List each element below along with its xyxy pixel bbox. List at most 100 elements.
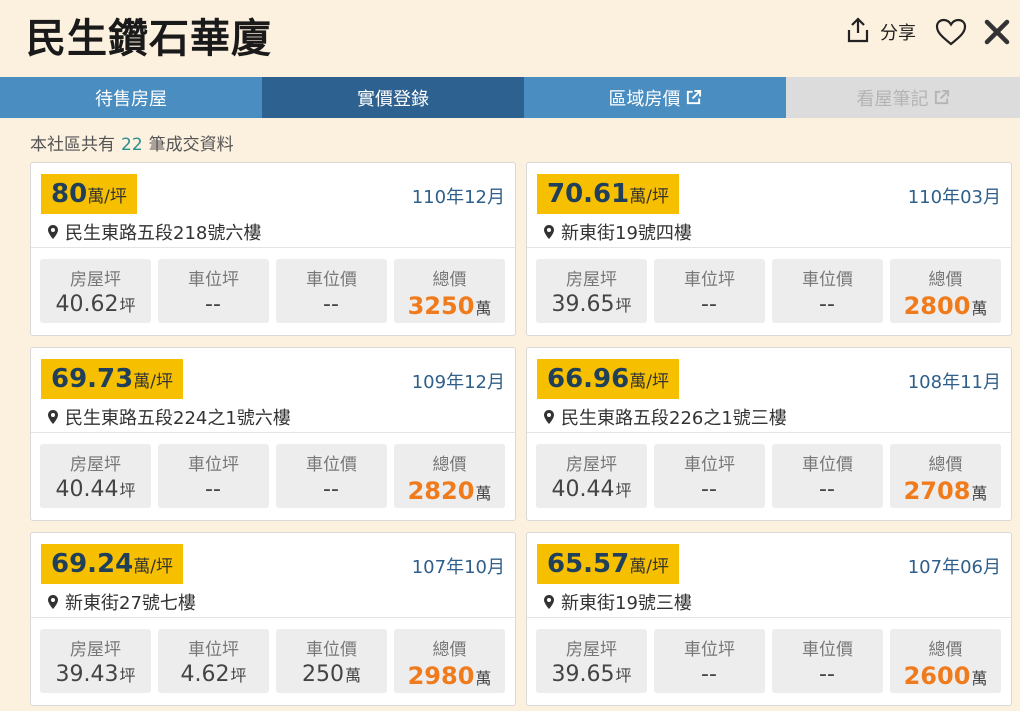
- stat-parking-price: 車位價 --: [772, 444, 883, 508]
- transaction-card[interactable]: 70.61 萬/坪 110年03月 新東街19號四樓 房屋坪 39.65 坪車位坪 -- 車位價…: [526, 162, 1012, 336]
- close-icon[interactable]: [982, 17, 1012, 47]
- transaction-date: 107年06月: [907, 557, 1001, 578]
- tab-for-sale[interactable]: 待售房屋: [0, 77, 262, 118]
- transaction-date: 110年12月: [411, 187, 505, 208]
- stat-area: 房屋坪 40.44 坪: [40, 444, 151, 508]
- share-label: 分享: [880, 23, 916, 44]
- address: 新東街27號七樓: [47, 589, 196, 615]
- unit-price: 69.24: [51, 549, 134, 579]
- stat-label: 房屋坪: [70, 640, 121, 660]
- favorite-heart-icon[interactable]: [934, 17, 968, 47]
- stat-area: 房屋坪 40.44 坪: [536, 444, 647, 508]
- address-text: 民生東路五段218號六樓: [65, 223, 262, 244]
- unit-price-unit: 萬/坪: [629, 186, 669, 207]
- summary-suffix: 筆成交資料: [148, 135, 234, 155]
- stat-unit: 坪: [119, 296, 136, 315]
- stats-row: 房屋坪 39.43 坪車位坪 4.62 坪車位價 250 萬總價 2980 萬: [40, 629, 505, 693]
- transaction-card[interactable]: 65.57 萬/坪 107年06月 新東街19號三樓 房屋坪 39.65 坪車位坪 -- 車位價…: [526, 532, 1012, 706]
- external-link-icon: [934, 89, 949, 105]
- transaction-summary: 本社區共有 22 筆成交資料: [30, 130, 234, 155]
- address: 民生東路五段226之1號三樓: [543, 404, 787, 430]
- location-pin-icon: [544, 595, 554, 609]
- address-text: 新東街27號七樓: [65, 593, 196, 614]
- stat-value: --: [819, 477, 835, 502]
- stat-total: 總價 3250 萬: [394, 259, 505, 323]
- stat-label: 總價: [432, 455, 467, 475]
- stats-row: 房屋坪 40.44 坪車位坪 -- 車位價 -- 總價 2820 萬: [40, 444, 505, 508]
- stat-value: --: [323, 477, 339, 502]
- stat-total: 總價 2800 萬: [890, 259, 1001, 323]
- stat-label: 車位價: [306, 640, 357, 660]
- external-link-icon: [686, 89, 701, 105]
- stat-label: 車位價: [802, 455, 853, 475]
- stat-value: --: [323, 292, 339, 317]
- stat-unit: 萬: [475, 299, 492, 318]
- stat-value: 40.44: [55, 477, 119, 502]
- stat-label: 總價: [928, 270, 963, 290]
- stat-total: 總價 2600 萬: [890, 629, 1001, 693]
- stat-label: 總價: [432, 640, 467, 660]
- stat-label: 車位價: [802, 640, 853, 660]
- stat-value: 40.44: [551, 477, 615, 502]
- stat-label: 總價: [928, 455, 963, 475]
- address: 民生東路五段218號六樓: [47, 219, 261, 245]
- location-pin-icon: [544, 225, 554, 239]
- address-text: 民生東路五段224之1號六樓: [65, 408, 291, 429]
- location-pin-icon: [48, 225, 58, 239]
- stat-area: 房屋坪 39.65 坪: [536, 259, 647, 323]
- stat-unit: 萬: [971, 299, 988, 318]
- unit-price: 70.61: [547, 179, 630, 209]
- unit-price: 69.73: [51, 364, 134, 394]
- transaction-date: 109年12月: [411, 372, 505, 393]
- total-price: 2600: [903, 662, 971, 690]
- divider: [527, 432, 1011, 433]
- stat-parking-area: 車位坪 --: [654, 259, 765, 323]
- stat-label: 房屋坪: [566, 640, 617, 660]
- stat-value: --: [819, 662, 835, 687]
- stat-label: 車位坪: [684, 270, 735, 290]
- tab-area-price[interactable]: 區域房價: [524, 77, 786, 118]
- transaction-date: 108年11月: [907, 372, 1001, 393]
- location-pin-icon: [48, 410, 58, 424]
- header: 民生鑽石華廈 分享: [0, 0, 1020, 76]
- stats-row: 房屋坪 40.62 坪車位坪 -- 車位價 -- 總價 3250 萬: [40, 259, 505, 323]
- address-text: 新東街19號三樓: [561, 593, 692, 614]
- stats-row: 房屋坪 40.44 坪車位坪 -- 車位價 -- 總價 2708 萬: [536, 444, 1001, 508]
- divider: [527, 247, 1011, 248]
- transaction-card[interactable]: 66.96 萬/坪 108年11月 民生東路五段226之1號三樓 房屋坪 40.44 坪車位…: [526, 347, 1012, 521]
- stat-parking-area: 車位坪 4.62 坪: [158, 629, 269, 693]
- tab-viewing-notes: 看屋筆記: [786, 77, 1020, 118]
- unit-price-unit: 萬/坪: [133, 371, 173, 392]
- stat-value: --: [701, 662, 717, 687]
- stat-label: 車位坪: [684, 640, 735, 660]
- transaction-card[interactable]: 69.24 萬/坪 107年10月 新東街27號七樓 房屋坪 39.43 坪車位坪 4.62 坪…: [30, 532, 516, 706]
- share-icon: [846, 17, 870, 47]
- unit-price-badge: 66.96 萬/坪: [537, 359, 679, 399]
- unit-price-badge: 80 萬/坪: [41, 174, 137, 214]
- stats-row: 房屋坪 39.65 坪車位坪 -- 車位價 -- 總價 2800 萬: [536, 259, 1001, 323]
- transaction-card[interactable]: 69.73 萬/坪 109年12月 民生東路五段224之1號六樓 房屋坪 40.44 坪車位…: [30, 347, 516, 521]
- stat-label: 車位價: [306, 455, 357, 475]
- unit-price-badge: 69.24 萬/坪: [41, 544, 183, 584]
- unit-price-badge: 65.57 萬/坪: [537, 544, 679, 584]
- stat-parking-area: 車位坪 --: [158, 444, 269, 508]
- stat-parking-area: 車位坪 --: [158, 259, 269, 323]
- summary-prefix: 本社區共有: [30, 135, 115, 155]
- stat-parking-area: 車位坪 --: [654, 629, 765, 693]
- address: 新東街19號四樓: [543, 219, 692, 245]
- stat-label: 房屋坪: [566, 455, 617, 475]
- stat-area: 房屋坪 39.43 坪: [40, 629, 151, 693]
- stat-parking-area: 車位坪 --: [654, 444, 765, 508]
- tab-actual-price[interactable]: 實價登錄: [262, 77, 524, 118]
- address-text: 民生東路五段226之1號三樓: [561, 408, 787, 429]
- stat-label: 車位價: [306, 270, 357, 290]
- stat-unit: 萬: [344, 666, 361, 685]
- total-price: 2800: [903, 292, 971, 320]
- header-actions: 分享: [846, 14, 1020, 50]
- transaction-card[interactable]: 80 萬/坪 110年12月 民生東路五段218號六樓 房屋坪 40.62 坪車位坪 -- 車位…: [30, 162, 516, 336]
- share-button[interactable]: 分享: [846, 17, 916, 47]
- stat-total: 總價 2980 萬: [394, 629, 505, 693]
- stat-unit: 萬: [475, 484, 492, 503]
- address: 民生東路五段224之1號六樓: [47, 404, 291, 430]
- stat-total: 總價 2820 萬: [394, 444, 505, 508]
